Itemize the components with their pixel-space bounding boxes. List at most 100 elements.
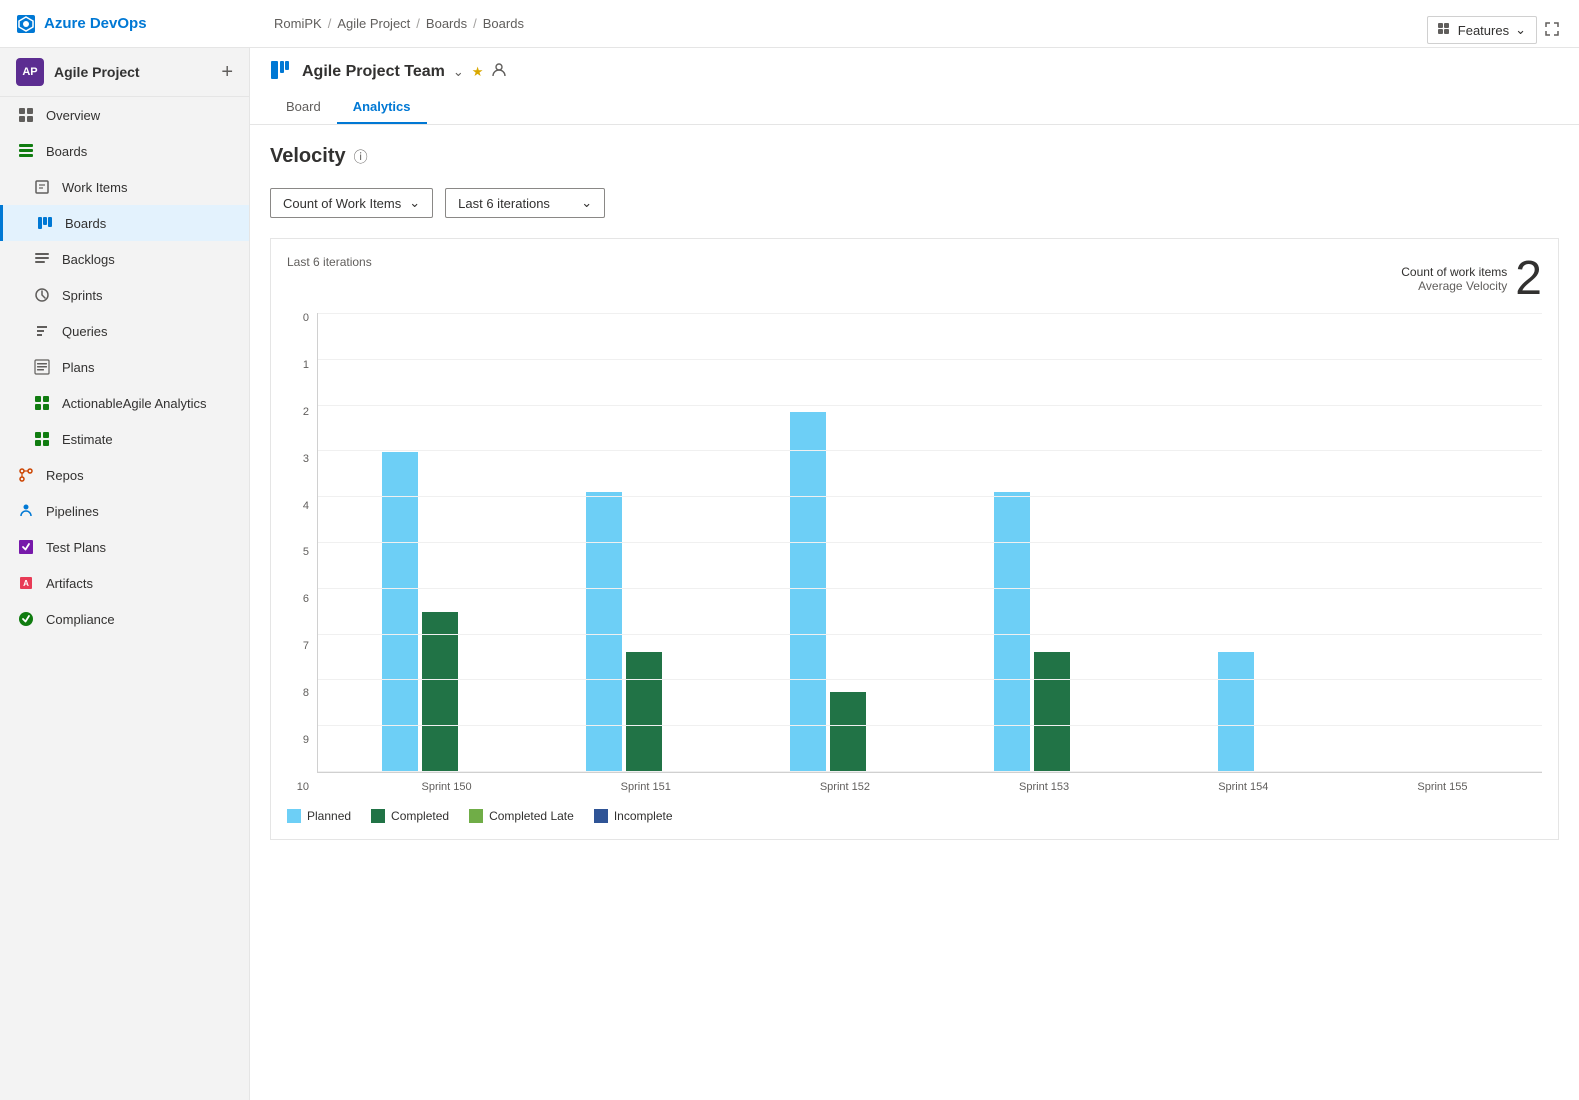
boards-header-icon	[16, 141, 36, 161]
sidebar-item-pipelines[interactable]: Pipelines	[0, 493, 249, 529]
legend-label-completed: Completed	[391, 809, 449, 823]
y-label-0: 0	[287, 313, 309, 324]
sidebar-item-sprints[interactable]: Sprints	[0, 277, 249, 313]
sidebar-item-test-plans[interactable]: Test Plans	[0, 529, 249, 565]
topbar: Azure DevOps RomiPK / Agile Project / Bo…	[0, 0, 1579, 48]
content-header: Agile Project Team ⌄ ★ Features ⌄	[250, 48, 1579, 125]
sidebar-item-plans[interactable]: Plans	[0, 349, 249, 385]
bar-completed-2	[830, 692, 866, 772]
actionable-agile-icon	[32, 393, 52, 413]
bar-planned-4	[1218, 652, 1254, 772]
sidebar-item-compliance[interactable]: Compliance	[0, 601, 249, 637]
sidebar-item-boards-header[interactable]: Boards	[0, 133, 249, 169]
breadcrumb-boards-1[interactable]: Boards	[426, 16, 467, 31]
legend-color-completed	[371, 809, 385, 823]
sidebar-label-actionable-agile: ActionableAgile Analytics	[62, 396, 207, 411]
y-label-10: 10	[287, 782, 309, 793]
y-label-9: 9	[287, 735, 309, 746]
chart-bars-area: Sprint 150Sprint 151Sprint 152Sprint 153…	[317, 313, 1542, 793]
svg-text:A: A	[23, 579, 29, 588]
metric-dropdown-label: Count of Work Items	[283, 196, 401, 211]
metric-dropdown-chevron: ⌄	[409, 195, 420, 211]
breadcrumb-romipk[interactable]: RomiPK	[274, 16, 322, 31]
breadcrumb-boards-2[interactable]: Boards	[483, 16, 524, 31]
work-items-icon	[32, 177, 52, 197]
y-label-7: 7	[287, 641, 309, 652]
y-label-2: 2	[287, 407, 309, 418]
chart-subtitle: Last 6 iterations	[287, 255, 372, 269]
bar-completed-3	[1034, 652, 1070, 772]
breadcrumb-agile-project[interactable]: Agile Project	[337, 16, 410, 31]
sidebar-item-repos[interactable]: Repos	[0, 457, 249, 493]
team-person-icon[interactable]	[491, 62, 507, 81]
x-label-0: Sprint 150	[347, 777, 546, 793]
plans-icon	[32, 357, 52, 377]
tab-analytics[interactable]: Analytics	[337, 91, 427, 124]
y-label-8: 8	[287, 688, 309, 699]
team-selector: Agile Project Team ⌄ ★	[270, 60, 507, 83]
legend-planned: Planned	[287, 809, 351, 823]
sidebar-label-estimate: Estimate	[62, 432, 113, 447]
sidebar-label-overview: Overview	[46, 108, 100, 123]
team-chevron-icon[interactable]: ⌄	[453, 64, 464, 80]
sidebar-label-test-plans: Test Plans	[46, 540, 106, 555]
velocity-value: 2	[1515, 255, 1542, 303]
bars-wrapper	[317, 313, 1542, 773]
legend-label-incomplete: Incomplete	[614, 809, 673, 823]
sprint-group-3	[930, 492, 1134, 772]
sidebar-label-plans: Plans	[62, 360, 95, 375]
x-label-4: Sprint 154	[1144, 777, 1343, 793]
sidebar-item-queries[interactable]: Queries	[0, 313, 249, 349]
filters: Count of Work Items ⌄ Last 6 iterations …	[270, 188, 1559, 218]
sprint-group-2	[726, 412, 930, 772]
brand-name: Azure DevOps	[44, 15, 147, 32]
chart-area: 10 9 8 7 6 5 4 3 2 1 0	[287, 313, 1542, 793]
add-project-button[interactable]: +	[221, 61, 233, 84]
logo-area[interactable]: Azure DevOps	[16, 14, 266, 34]
sprint-group-1	[522, 492, 726, 772]
page-title: Velocity	[270, 145, 346, 168]
metric-dropdown[interactable]: Count of Work Items ⌄	[270, 188, 433, 218]
grid-line	[318, 405, 1542, 406]
x-label-3: Sprint 153	[945, 777, 1144, 793]
pipelines-icon	[16, 501, 36, 521]
bar-planned-3	[994, 492, 1030, 772]
sidebar-item-estimate[interactable]: Estimate	[0, 421, 249, 457]
sidebar: AP Agile Project + Overview Boards Work …	[0, 48, 250, 1100]
y-label-1: 1	[287, 360, 309, 371]
bar-planned-2	[790, 412, 826, 772]
tab-board[interactable]: Board	[270, 91, 337, 124]
iterations-dropdown-label: Last 6 iterations	[458, 196, 550, 211]
info-icon[interactable]: ⓘ	[354, 147, 368, 167]
metric-label: Count of work items	[1401, 265, 1507, 279]
legend-completed-late: Completed Late	[469, 809, 574, 823]
chart-header: Last 6 iterations Count of work items Av…	[287, 255, 1542, 303]
team-name: Agile Project Team	[302, 63, 445, 81]
bar-planned-0	[382, 452, 418, 772]
iterations-dropdown[interactable]: Last 6 iterations ⌄	[445, 188, 605, 218]
sidebar-label-boards-header: Boards	[46, 144, 87, 159]
x-labels: Sprint 150Sprint 151Sprint 152Sprint 153…	[317, 777, 1542, 793]
bar-completed-1	[626, 652, 662, 772]
sidebar-item-artifacts[interactable]: A Artifacts	[0, 565, 249, 601]
content-body: Velocity ⓘ Count of Work Items ⌄ Last 6 …	[250, 125, 1579, 1100]
sidebar-item-actionable-agile[interactable]: ActionableAgile Analytics	[0, 385, 249, 421]
content-area: Agile Project Team ⌄ ★ Features ⌄	[250, 48, 1579, 1100]
main-layout: AP Agile Project + Overview Boards Work …	[0, 48, 1579, 1100]
x-labels-inner: Sprint 150Sprint 151Sprint 152Sprint 153…	[347, 777, 1542, 793]
sidebar-label-compliance: Compliance	[46, 612, 115, 627]
sidebar-item-work-items[interactable]: Work Items	[0, 169, 249, 205]
sidebar-item-backlogs[interactable]: Backlogs	[0, 241, 249, 277]
sidebar-item-overview[interactable]: Overview	[0, 97, 249, 133]
sidebar-label-boards: Boards	[65, 216, 106, 231]
sprints-icon	[32, 285, 52, 305]
sidebar-item-boards[interactable]: Boards	[0, 205, 249, 241]
y-label-6: 6	[287, 594, 309, 605]
project-name: Agile Project	[54, 64, 140, 80]
page-title-row: Velocity ⓘ	[270, 145, 1559, 168]
repos-icon	[16, 465, 36, 485]
legend-color-planned	[287, 809, 301, 823]
sidebar-label-artifacts: Artifacts	[46, 576, 93, 591]
boards-icon	[35, 213, 55, 233]
favorite-icon[interactable]: ★	[472, 64, 484, 80]
